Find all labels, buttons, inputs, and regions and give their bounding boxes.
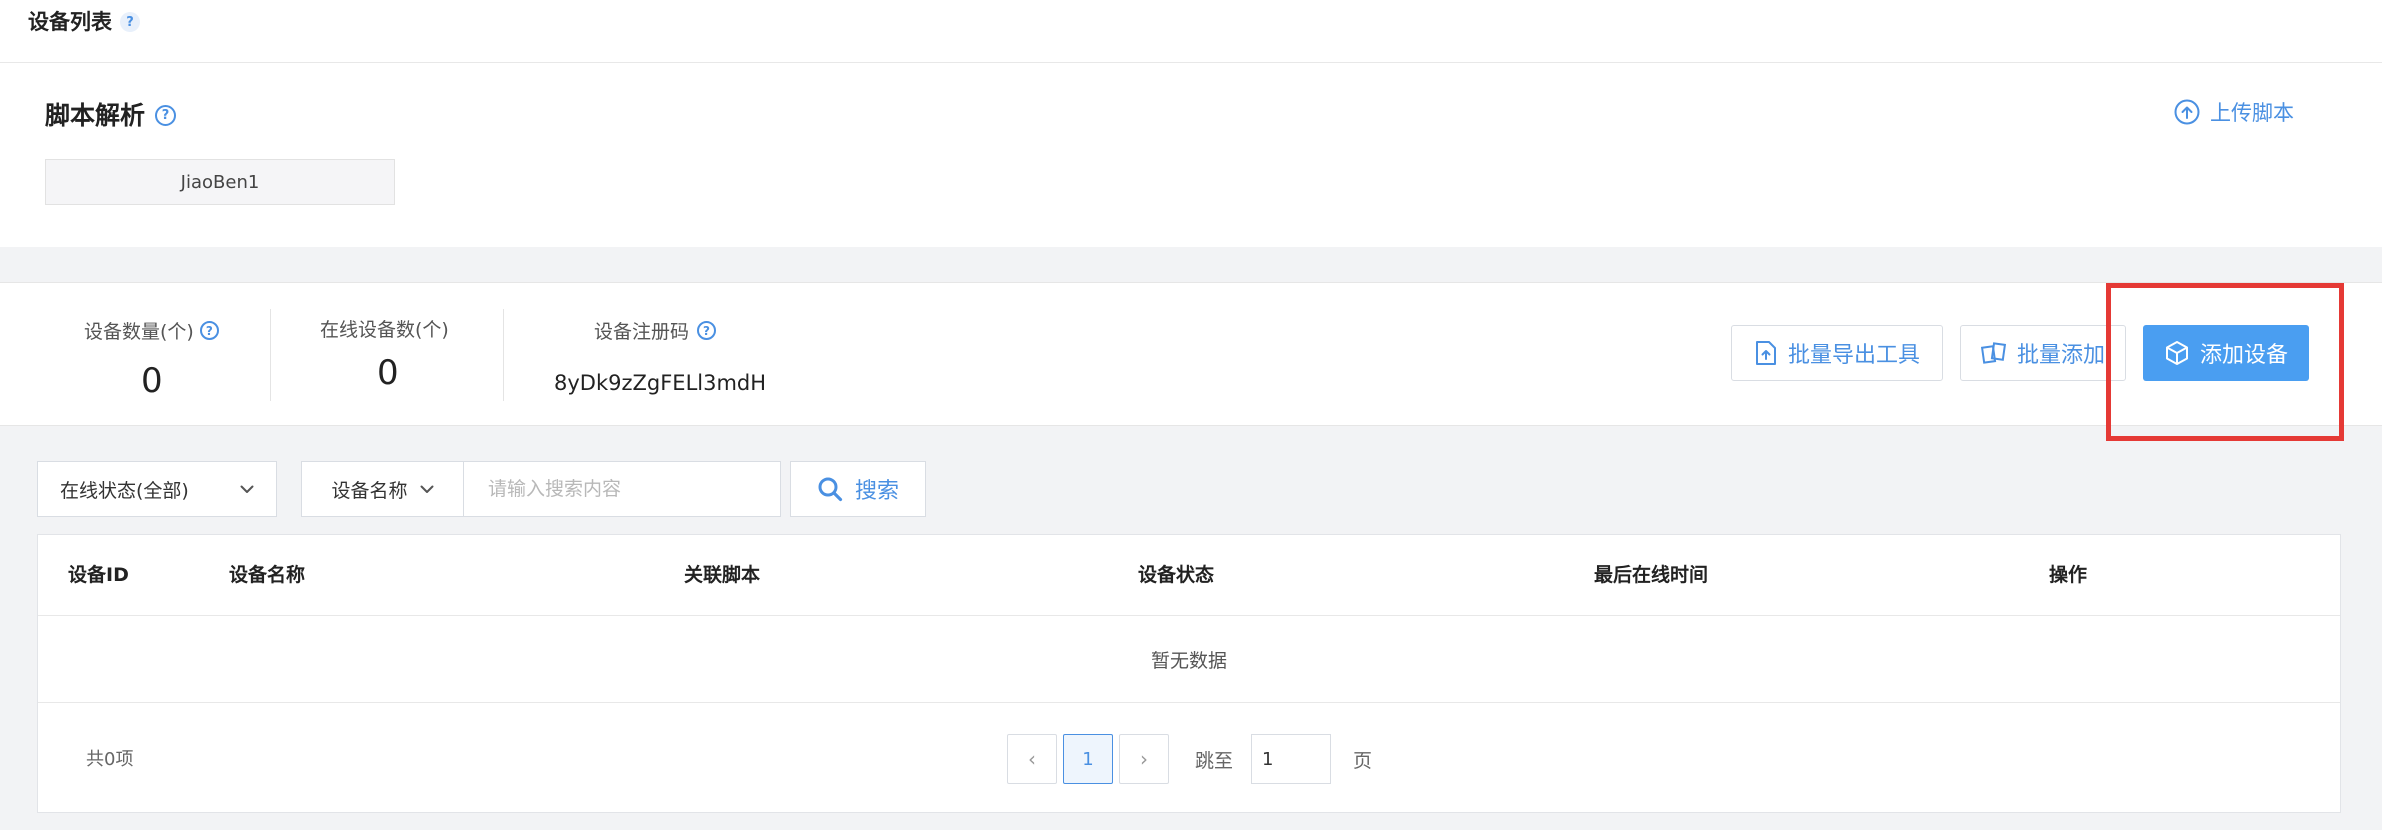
help-icon[interactable]: ? — [120, 12, 140, 32]
upload-script-label: 上传脚本 — [2210, 101, 2294, 125]
search-input[interactable] — [464, 462, 780, 516]
batch-add-icon — [1980, 342, 2007, 364]
next-page-button[interactable]: › — [1119, 734, 1169, 784]
online-count-label: 在线设备数(个) — [320, 319, 449, 341]
upload-icon — [2174, 99, 2200, 125]
script-tag[interactable]: JiaoBen1 — [45, 159, 395, 205]
table-header: 设备ID 设备名称 关联脚本 设备状态 最后在线时间 操作 — [38, 535, 2340, 616]
batch-export-tool-label: 批量导出工具 — [1787, 343, 1920, 368]
page-1-button[interactable]: 1 — [1063, 734, 1113, 784]
help-icon[interactable]: ? — [199, 321, 219, 340]
jump-label: 跳至 — [1195, 749, 1234, 772]
script-panel: 脚本解析 ? JiaoBen1 上传脚本 — [0, 63, 2382, 247]
online-status-value: 在线状态(全部) — [60, 479, 189, 502]
column-header: 操作 — [2049, 564, 2088, 586]
prev-page-button[interactable]: ‹ — [1007, 734, 1057, 784]
device-count-label: 设备数量(个) — [84, 321, 194, 343]
chevron-down-icon — [420, 485, 433, 493]
search-button-label: 搜索 — [854, 479, 899, 504]
column-header: 最后在线时间 — [1594, 564, 1709, 586]
help-icon[interactable]: ? — [155, 105, 176, 126]
stats-panel: 设备数量(个) ? 0 在线设备数(个) 0 设备注册码 ? 8yDk9zZgF… — [0, 282, 2382, 426]
column-header: 关联脚本 — [684, 564, 761, 586]
online-status-select[interactable]: 在线状态(全部) — [37, 461, 277, 517]
page-jump-input[interactable] — [1251, 734, 1332, 784]
batch-add-button[interactable]: 批量添加 — [1960, 325, 2126, 381]
pagination: ‹ 1 › 跳至 页 — [1007, 734, 1372, 784]
script-section-title: 脚本解析 — [45, 101, 146, 130]
page-title: 设备列表 — [28, 10, 112, 34]
top-bar: 设备列表 ? — [0, 0, 2382, 63]
column-header: 设备ID — [68, 564, 129, 586]
total-count: 共0项 — [86, 749, 134, 770]
search-group: 设备名称 — [301, 461, 781, 517]
help-icon[interactable]: ? — [697, 321, 717, 340]
search-field-value: 设备名称 — [331, 479, 408, 502]
chevron-down-icon — [240, 485, 254, 493]
column-header: 设备名称 — [229, 564, 306, 586]
batch-export-tool-button[interactable]: 批量导出工具 — [1731, 325, 1943, 381]
search-button[interactable]: 搜索 — [790, 461, 926, 517]
device-table: 设备ID 设备名称 关联脚本 设备状态 最后在线时间 操作 暂无数据 共0项 ‹… — [37, 534, 2341, 813]
highlight-box — [2106, 283, 2344, 441]
empty-state: 暂无数据 — [38, 616, 2340, 703]
export-file-icon — [1755, 341, 1776, 365]
search-icon — [818, 477, 843, 502]
online-count-value: 0 — [377, 353, 399, 393]
batch-add-label: 批量添加 — [2016, 343, 2105, 368]
reg-code-value: 8yDk9zZgFELl3mdH — [554, 371, 767, 395]
upload-script-link[interactable]: 上传脚本 — [2174, 97, 2294, 127]
device-count-value: 0 — [141, 361, 163, 401]
search-field-select[interactable]: 设备名称 — [302, 462, 464, 516]
reg-code-header: 设备注册码 ? — [594, 317, 717, 344]
divider — [270, 309, 271, 401]
page-suffix: 页 — [1353, 749, 1373, 772]
column-header: 设备状态 — [1138, 564, 1215, 586]
divider — [503, 309, 504, 401]
reg-code-label: 设备注册码 — [594, 321, 690, 343]
device-count-header: 设备数量(个) ? — [84, 317, 219, 344]
